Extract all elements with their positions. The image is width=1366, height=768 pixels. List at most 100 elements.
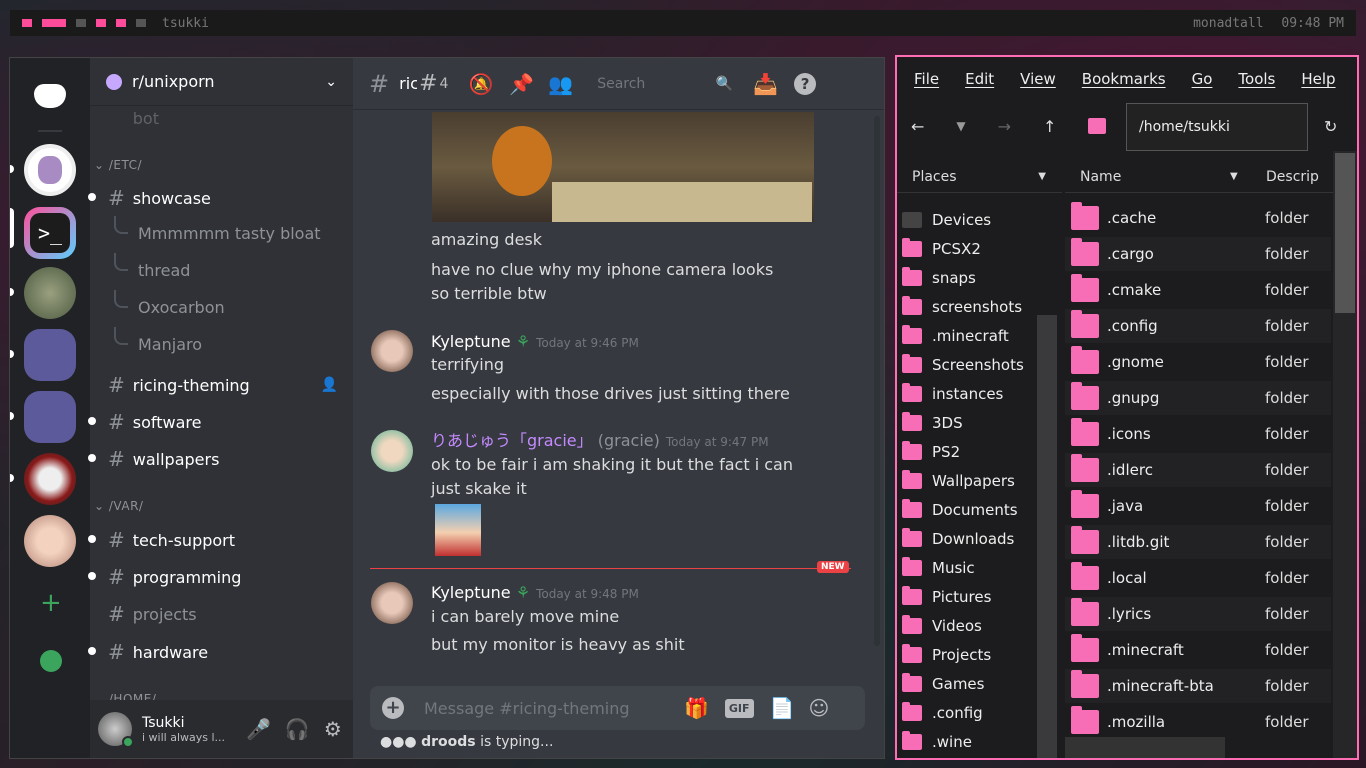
file-row[interactable]: .lyrics folder — [1065, 597, 1331, 631]
channel-bot[interactable]: #bot — [108, 106, 159, 130]
home-folder-icon[interactable] — [1088, 118, 1107, 134]
add-attachment-icon[interactable]: + — [382, 697, 404, 719]
chevron-down-icon[interactable]: ⌄ — [325, 74, 337, 90]
place-item[interactable]: PCSX2 — [902, 236, 1042, 262]
channel-wallpapers[interactable]: # wallpapers — [87, 447, 219, 471]
file-row[interactable]: .local folder — [1065, 561, 1331, 595]
file-row[interactable]: .gnome folder — [1065, 345, 1331, 379]
mute-icon[interactable]: 🎤 — [246, 717, 271, 741]
workspace-5[interactable] — [116, 19, 126, 27]
members-icon[interactable]: 👥 — [548, 72, 573, 96]
message-input[interactable]: Message #ricing-theming — [424, 699, 674, 718]
category-var[interactable]: ⌄ /VAR/ — [94, 499, 143, 513]
message-author[interactable]: Kyleptune — [431, 583, 511, 602]
threads-icon[interactable]: # — [419, 71, 437, 96]
add-member-icon[interactable]: 👤 — [321, 377, 338, 393]
chevron-down-icon[interactable]: ▼ — [1038, 171, 1046, 182]
place-item[interactable]: screenshots — [902, 294, 1042, 320]
menu-bookmarks[interactable]: Bookmarks — [1082, 70, 1166, 88]
channel-software[interactable]: # software — [87, 410, 201, 434]
file-row[interactable]: .cache folder — [1065, 201, 1331, 235]
channel-projects[interactable]: # projects — [108, 602, 197, 626]
place-item[interactable]: 3DS — [902, 410, 1042, 436]
message-composer[interactable]: + Message #ricing-theming 🎁 GIF 📄 ☺ — [370, 686, 865, 730]
place-item[interactable]: PS2 — [902, 439, 1042, 465]
place-item[interactable]: Documents — [902, 497, 1042, 523]
column-description[interactable]: Descrip — [1266, 169, 1319, 185]
file-row[interactable]: .icons folder — [1065, 417, 1331, 451]
column-name[interactable]: Name — [1080, 169, 1230, 185]
avatar[interactable] — [371, 330, 413, 372]
server-folder-2[interactable] — [24, 391, 76, 443]
menu-help[interactable]: Help — [1301, 70, 1335, 88]
place-item[interactable]: Screenshots — [902, 352, 1042, 378]
server-icon-skull[interactable] — [24, 453, 76, 505]
files-scrollbar-thumb[interactable] — [1335, 153, 1355, 313]
pin-icon[interactable]: 📌 — [509, 72, 534, 96]
place-item[interactable]: Projects — [902, 642, 1042, 668]
places-scrollbar[interactable] — [1037, 315, 1057, 758]
help-icon[interactable]: ? — [794, 72, 817, 95]
place-item[interactable]: Music — [902, 555, 1042, 581]
place-item[interactable]: Games — [902, 671, 1042, 697]
server-icon-girl[interactable] — [24, 515, 76, 567]
gear-icon[interactable]: ⚙ — [324, 717, 342, 741]
history-dropdown-icon[interactable]: ▼ — [956, 119, 965, 133]
file-row[interactable]: .mozilla folder — [1065, 705, 1331, 739]
workspace-6[interactable] — [136, 19, 146, 27]
headphones-icon[interactable]: 🎧 — [285, 717, 310, 741]
add-server-icon[interactable]: + — [40, 588, 62, 618]
bell-muted-icon[interactable]: 🔕 — [468, 72, 493, 96]
hscrollbar-thumb[interactable] — [1065, 737, 1225, 758]
emoji-image[interactable] — [435, 504, 481, 556]
sticker-icon[interactable]: 📄 — [770, 696, 795, 720]
server-icon-unixporn[interactable]: >_ — [24, 207, 76, 259]
workspace-3[interactable] — [76, 19, 86, 27]
workspace-1[interactable] — [22, 19, 32, 27]
place-item[interactable]: .wine — [902, 729, 1042, 755]
thread-item[interactable]: Mmmmmm tasty bloat — [138, 224, 321, 243]
place-item[interactable]: Wallpapers — [902, 468, 1042, 494]
attachment-image[interactable] — [432, 112, 814, 222]
file-row[interactable]: .minecraft-bta folder — [1065, 669, 1331, 703]
inbox-icon[interactable]: 📥 — [753, 72, 778, 96]
menu-file[interactable]: File — [914, 70, 939, 88]
places-header[interactable]: Places ▼ — [897, 161, 1062, 193]
workspace-4[interactable] — [96, 19, 106, 27]
file-row[interactable]: .cargo folder — [1065, 237, 1331, 271]
server-folder-1[interactable] — [24, 329, 76, 381]
thread-item[interactable]: thread — [138, 261, 190, 280]
gif-button[interactable]: GIF — [724, 698, 754, 718]
channel-ricing-theming[interactable]: # ricing-theming 👤 — [108, 373, 338, 397]
menu-tools[interactable]: Tools — [1238, 70, 1275, 88]
back-arrow-icon[interactable]: ← — [911, 117, 924, 136]
file-row[interactable]: .idlerc folder — [1065, 453, 1331, 487]
discord-home-icon[interactable] — [34, 84, 66, 108]
place-item[interactable]: Downloads — [902, 526, 1042, 552]
menu-view[interactable]: View — [1020, 70, 1056, 88]
thread-item[interactable]: Manjaro — [138, 335, 202, 354]
channel-showcase[interactable]: # showcase — [88, 186, 211, 210]
file-row[interactable]: .gnupg folder — [1065, 381, 1331, 415]
menu-go[interactable]: Go — [1192, 70, 1213, 88]
place-item[interactable]: Pictures — [902, 584, 1042, 610]
chat-scrollbar[interactable] — [874, 116, 880, 646]
search-input[interactable]: Search 🔍 — [589, 70, 739, 98]
place-item[interactable]: instances — [902, 381, 1042, 407]
place-item[interactable]: .config — [902, 700, 1042, 726]
place-item[interactable]: Devices — [902, 207, 1042, 233]
file-row[interactable]: .minecraft folder — [1065, 633, 1331, 667]
avatar[interactable] — [98, 712, 134, 748]
message-author[interactable]: りあじゅう「gracie」 — [431, 431, 593, 450]
file-row[interactable]: .config folder — [1065, 309, 1331, 343]
menu-edit[interactable]: Edit — [965, 70, 994, 88]
file-row[interactable]: .litdb.git folder — [1065, 525, 1331, 559]
file-row[interactable]: .cmake folder — [1065, 273, 1331, 307]
path-input[interactable]: /home/tsukki — [1126, 103, 1308, 151]
category-etc[interactable]: ⌄ /ETC/ — [94, 158, 142, 172]
emoji-icon[interactable]: ☺ — [808, 696, 829, 720]
place-item[interactable]: snaps — [902, 265, 1042, 291]
workspace-2[interactable] — [42, 19, 66, 27]
gift-icon[interactable]: 🎁 — [684, 696, 709, 720]
thread-item[interactable]: Oxocarbon — [138, 298, 225, 317]
